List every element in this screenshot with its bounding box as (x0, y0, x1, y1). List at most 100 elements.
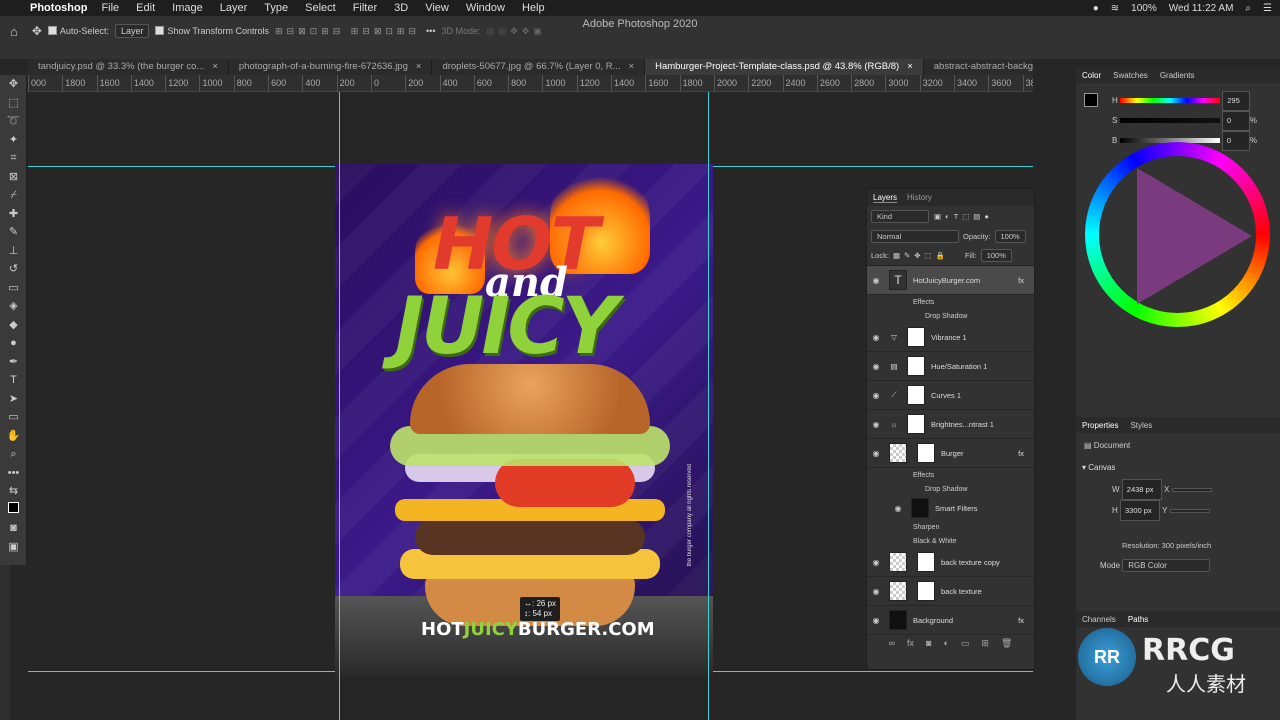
path-select-icon[interactable]: ➤ (0, 390, 27, 409)
history-brush-icon[interactable]: ↺ (0, 260, 27, 279)
eye-icon[interactable]: ◉ (867, 420, 885, 429)
x-field[interactable] (1171, 488, 1212, 492)
hand-tool-icon[interactable]: ✋ (0, 427, 27, 446)
fx-icon[interactable]: fx (1018, 276, 1024, 285)
tab-paths[interactable]: Paths (1128, 615, 1148, 624)
menu-image[interactable]: Image (172, 2, 203, 14)
width-field[interactable]: 2438 px (1121, 479, 1162, 500)
search-icon[interactable]: ⌕ (1245, 3, 1251, 14)
move-tool-icon[interactable]: ✥ (32, 24, 42, 38)
frame-tool-icon[interactable]: ⊠ (0, 168, 27, 187)
eye-icon[interactable]: ◉ (867, 449, 885, 458)
eye-icon[interactable]: ◉ (867, 558, 885, 567)
mask-icon[interactable]: ◙ (926, 638, 931, 648)
layer-row-background[interactable]: ◉ Background fx (867, 606, 1034, 635)
trash-icon[interactable]: 🗑 (1001, 638, 1012, 649)
home-icon[interactable]: ⌂ (10, 24, 18, 39)
sharpen-filter[interactable]: Sharpen (867, 520, 1034, 534)
opacity-field[interactable]: 100% (994, 229, 1026, 243)
guide-vertical[interactable] (708, 92, 709, 720)
tab-doc-2[interactable]: photograph-of-a-burning-fire-672636.jpg × (229, 59, 433, 75)
close-icon[interactable]: × (629, 61, 635, 73)
mode-dropdown[interactable]: RGB Color (1122, 559, 1211, 572)
tab-history[interactable]: History (907, 193, 932, 202)
brush-tool-icon[interactable]: ✎ (0, 223, 27, 242)
vertical-ruler[interactable] (0, 565, 10, 720)
tab-swatches[interactable]: Swatches (1113, 71, 1148, 80)
b-value[interactable]: 0 (1221, 131, 1250, 151)
fx-icon[interactable]: fx (1018, 616, 1024, 625)
crop-tool-icon[interactable]: ⌗ (0, 149, 27, 168)
eye-icon[interactable]: ◉ (867, 276, 885, 285)
fx-icon[interactable]: fx (1018, 449, 1024, 458)
eye-icon[interactable]: ◉ (867, 616, 885, 625)
folder-icon[interactable]: ▭ (961, 638, 970, 649)
eraser-tool-icon[interactable]: ▭ (0, 279, 27, 298)
eyedropper-icon[interactable]: ⌿ (0, 186, 27, 205)
type-tool-icon[interactable]: T (0, 371, 27, 390)
menu-icon[interactable]: ☰ (1263, 3, 1272, 14)
blend-mode-dropdown[interactable]: Normal (871, 229, 959, 243)
menu-type[interactable]: Type (264, 2, 288, 14)
tab-layers[interactable]: Layers (873, 193, 898, 203)
menu-select[interactable]: Select (305, 2, 336, 14)
new-layer-icon[interactable]: ⊞ (981, 638, 989, 649)
zoom-tool-icon[interactable]: ⌕ (0, 445, 27, 464)
tab-gradients[interactable]: Gradients (1160, 71, 1195, 80)
healing-brush-icon[interactable]: ✚ (0, 205, 27, 224)
more-tools-icon[interactable]: ••• (0, 464, 27, 483)
menu-window[interactable]: Window (466, 2, 505, 14)
align-icons[interactable]: ⊞⊟⊠⊡⊞⊟ ⊞⊟⊠⊡⊞⊟ (275, 26, 420, 37)
menu-view[interactable]: View (425, 2, 449, 14)
marquee-tool-icon[interactable]: ⬚ (0, 94, 27, 113)
record-icon[interactable]: ● (1093, 3, 1099, 14)
eye-icon[interactable]: ◉ (889, 504, 907, 513)
layer-row-curves[interactable]: ◉ ⟋ Curves 1 (867, 381, 1034, 410)
menu-edit[interactable]: Edit (136, 2, 155, 14)
filter-icons[interactable]: ▣◐T⬚▤● (934, 212, 993, 221)
tab-doc-3[interactable]: droplets-50677.jpg @ 66.7% (Layer 0, R..… (432, 59, 646, 75)
adjustment-icon[interactable]: ◐ (943, 638, 948, 648)
black-white-filter[interactable]: Black & White (867, 534, 1034, 548)
hue-slider[interactable] (1120, 98, 1221, 103)
close-icon[interactable]: × (416, 61, 422, 73)
menu-layer[interactable]: Layer (220, 2, 248, 14)
blur-tool-icon[interactable]: ◆ (0, 316, 27, 335)
s-value[interactable]: 0 (1221, 111, 1250, 131)
saturation-slider[interactable] (1119, 118, 1220, 123)
move-tool-icon[interactable]: ✥ (0, 75, 27, 94)
smart-filters-row[interactable]: ◉ Smart Filters (867, 496, 1034, 520)
eye-icon[interactable]: ◉ (867, 391, 885, 400)
clock[interactable]: Wed 11:22 AM (1169, 3, 1234, 14)
wifi-icon[interactable]: ≋ (1111, 3, 1119, 14)
tab-properties[interactable]: Properties (1082, 421, 1118, 430)
drop-shadow-effect[interactable]: Drop Shadow (867, 309, 1034, 323)
h-value[interactable]: 295 (1222, 91, 1251, 111)
battery-level[interactable]: 100% (1131, 3, 1157, 14)
transform-checkbox[interactable]: Show Transform Controls (155, 26, 269, 36)
paint-bucket-icon[interactable]: ◈ (0, 297, 27, 316)
pen-tool-icon[interactable]: ✒ (0, 353, 27, 372)
link-icon[interactable]: ∞ (889, 638, 895, 648)
height-field[interactable]: 3300 px (1120, 500, 1161, 521)
close-icon[interactable]: × (212, 61, 218, 73)
fill-field[interactable]: 100% (980, 249, 1012, 262)
y-field[interactable] (1169, 509, 1210, 513)
layer-row-back-texture[interactable]: ◉ back texture (867, 577, 1034, 606)
layer-dropdown[interactable]: Layer (114, 24, 150, 38)
menu-filter[interactable]: Filter (353, 2, 377, 14)
tab-doc-4[interactable]: Hamburger-Project-Template-class.psd @ 4… (645, 59, 924, 75)
drop-shadow-effect[interactable]: Drop Shadow (867, 482, 1034, 496)
layer-row-burger[interactable]: ◉ Burger fx (867, 439, 1034, 468)
kind-dropdown[interactable]: Kind (871, 209, 929, 223)
tab-doc-1[interactable]: tandjuicy.psd @ 33.3% (the burger co... × (28, 59, 229, 75)
fx-add-icon[interactable]: fx (907, 638, 914, 648)
color-swatches-icon[interactable] (0, 501, 27, 520)
auto-select-checkbox[interactable]: Auto-Select: (47, 26, 109, 36)
stamp-tool-icon[interactable]: ⊥ (0, 242, 27, 261)
rectangle-tool-icon[interactable]: ▭ (0, 408, 27, 427)
screen-mode-icon[interactable]: ▣ (0, 538, 27, 557)
layer-row-back-texture-copy[interactable]: ◉ back texture copy (867, 548, 1034, 577)
guide-vertical[interactable] (339, 92, 340, 720)
lasso-tool-icon[interactable]: ➰ (0, 112, 27, 131)
